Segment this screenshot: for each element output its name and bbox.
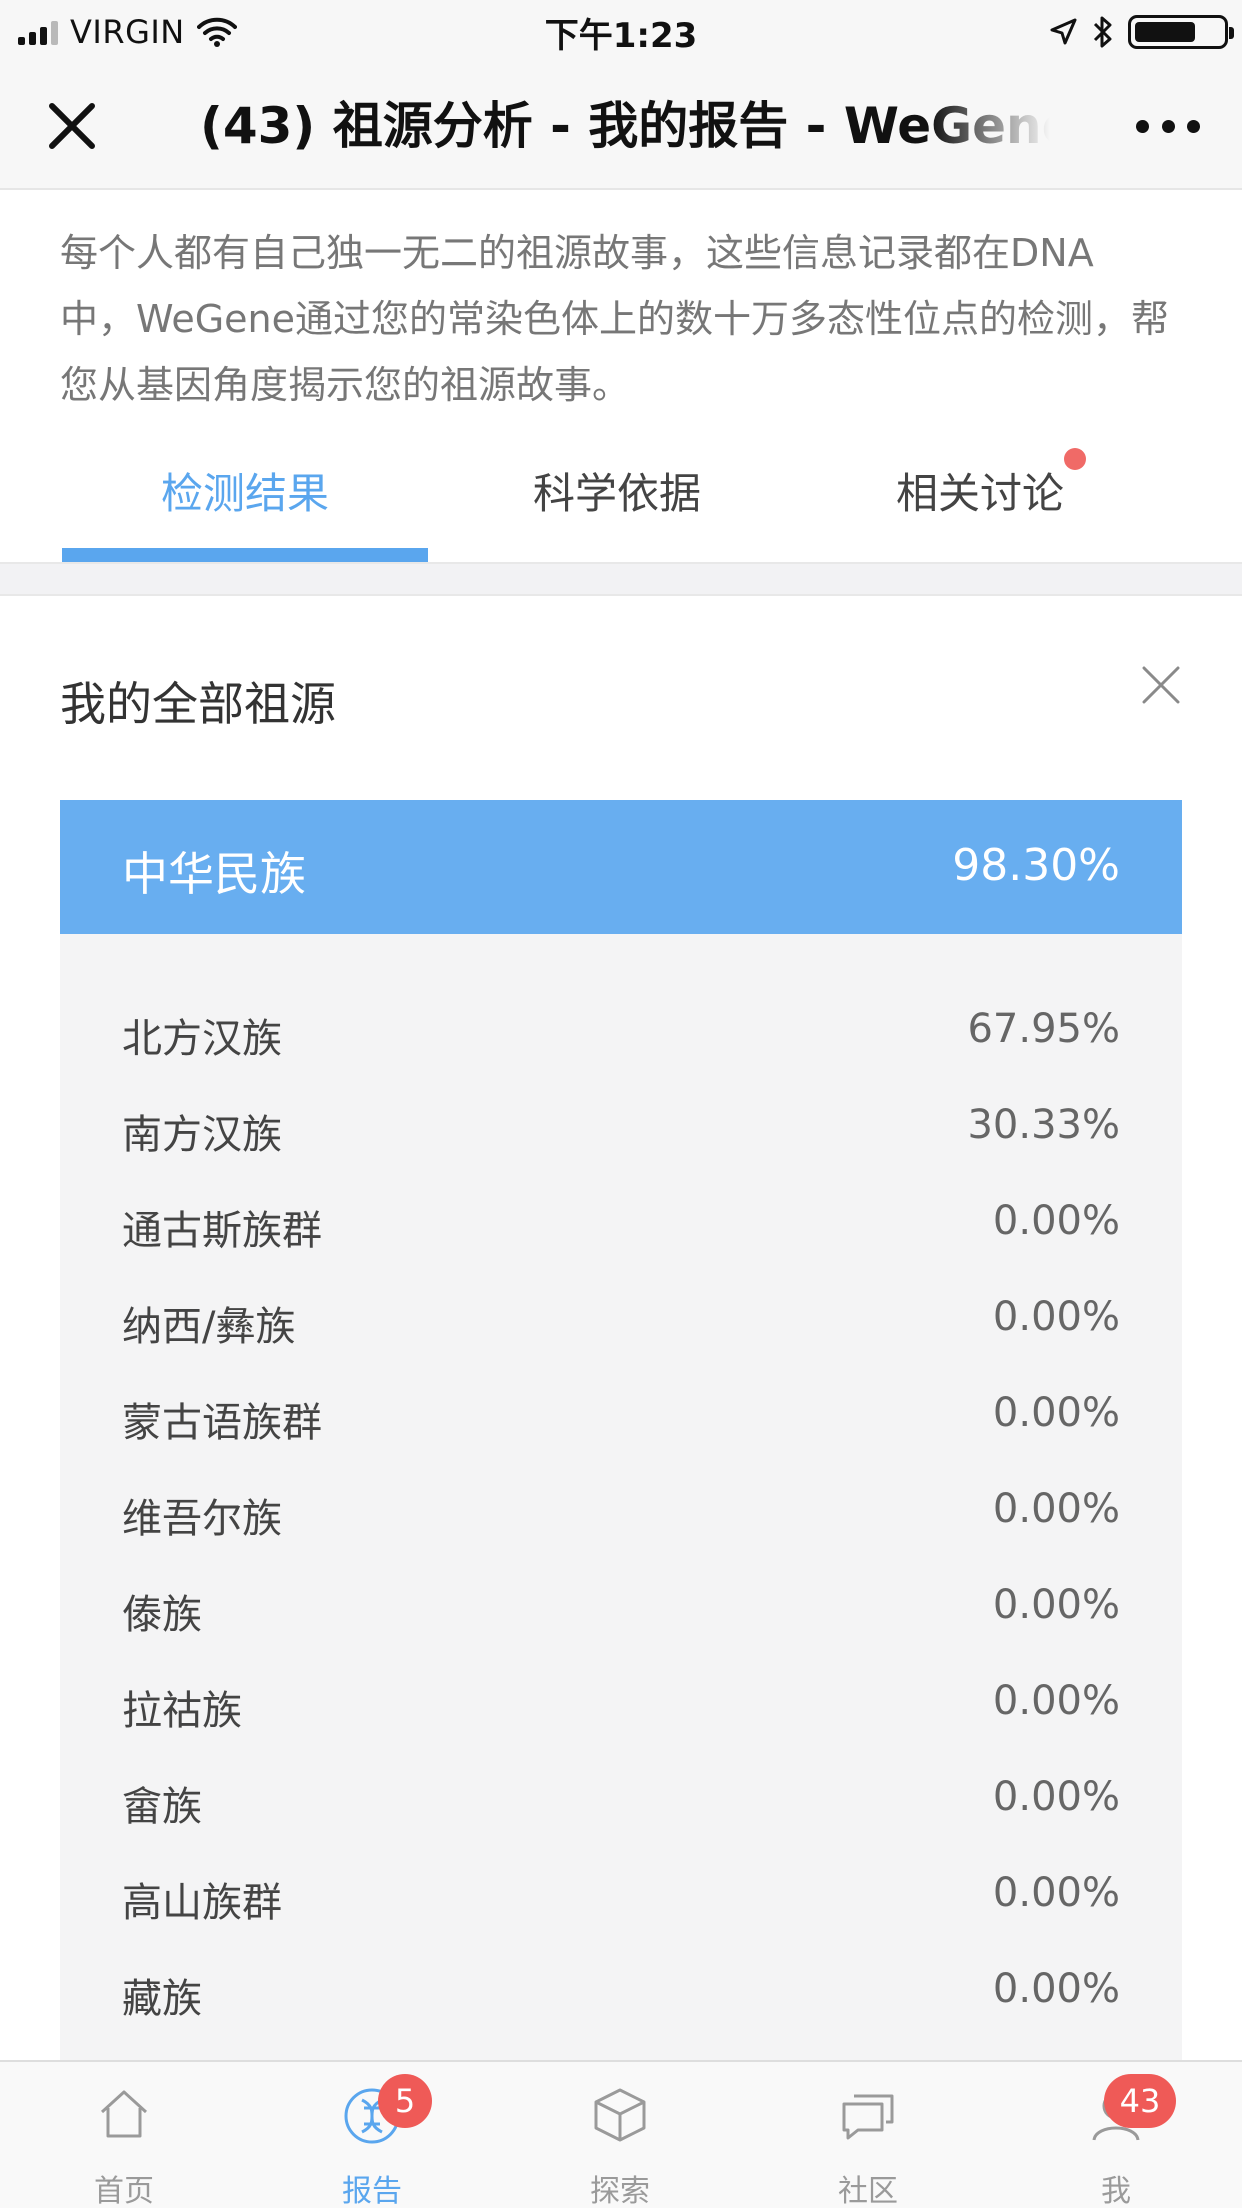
list-item: 高山族群 0.00% [60, 1848, 1182, 1944]
more-options-icon[interactable] [1136, 108, 1200, 144]
chat-icon [842, 2094, 894, 2140]
active-tab-indicator [62, 548, 428, 562]
tab-bar: 检测结果 科学依据 相关讨论 [0, 440, 1242, 562]
ancestry-percentage: 0.00% [992, 1486, 1120, 1532]
tabbar-label: 探索 [590, 2174, 650, 2209]
battery-icon [1128, 15, 1234, 49]
tabbar-item-home[interactable]: 首页 [0, 2062, 248, 2209]
section-title: 我的全部祖源 [60, 677, 336, 731]
location-arrow-icon [1050, 18, 1077, 45]
group-name: 中华民族 [122, 847, 306, 901]
ancestry-percentage: 67.95% [967, 1006, 1120, 1052]
close-icon[interactable] [44, 98, 100, 154]
ancestry-percentage: 0.00% [992, 1582, 1120, 1628]
ancestry-percentage: 0.00% [992, 1678, 1120, 1724]
tabbar-label: 社区 [838, 2174, 898, 2209]
list-item: 畲族 0.00% [60, 1752, 1182, 1848]
ancestry-percentage: 0.00% [992, 1774, 1120, 1820]
close-icon[interactable] [1140, 664, 1182, 706]
tab-results[interactable]: 检测结果 [62, 440, 428, 562]
ancestry-group-header[interactable]: 中华民族 98.30% [60, 800, 1182, 934]
bottom-tab-bar: 首页 报告 探索 社区 我 5 43 [0, 2060, 1242, 2209]
tab-scientific-basis[interactable]: 科学依据 [440, 440, 794, 562]
page-title: (43) 祖源分析 - 我的报告 - WeGene [200, 96, 1050, 156]
status-bar: VIRGIN 下午1:23 [0, 0, 1242, 62]
ancestry-percentage: 0.00% [992, 1966, 1120, 2012]
ancestry-name: 傣族 [122, 1592, 202, 1638]
list-item: 蒙古语族群 0.00% [60, 1368, 1182, 1464]
ancestry-percentage: 30.33% [967, 1102, 1120, 1148]
group-percentage: 98.30% [952, 840, 1120, 891]
ancestry-name: 维吾尔族 [122, 1496, 282, 1542]
ancestry-list: 北方汉族 67.95% 南方汉族 30.33% 通古斯族群 0.00% 纳西/彝族 0.… [60, 984, 1182, 2040]
ancestry-name: 畲族 [122, 1784, 202, 1830]
title-bar: (43) 祖源分析 - 我的报告 - WeGene [0, 62, 1242, 190]
ancestry-percentage: 0.00% [992, 1390, 1120, 1436]
tab-label: 检测结果 [160, 469, 329, 518]
list-item: 纳西/彝族 0.00% [60, 1272, 1182, 1368]
tab-label: 相关讨论 [895, 469, 1064, 518]
ancestry-panel: 中华民族 98.30% 北方汉族 67.95% 南方汉族 30.33% 通古斯族群 0… [60, 800, 1182, 2100]
ancestry-name: 藏族 [122, 1976, 202, 2022]
tab-discussion[interactable]: 相关讨论 [800, 440, 1160, 562]
section-divider [0, 562, 1242, 596]
tabbar-label: 我 [1101, 2174, 1131, 2209]
intro-text: 每个人都有自己独一无二的祖源故事，这些信息记录都在DNA 中，WeGene通过您… [60, 231, 1170, 407]
list-item: 维吾尔族 0.00% [60, 1464, 1182, 1560]
ancestry-percentage: 0.00% [992, 1294, 1120, 1340]
tabbar-item-explore[interactable]: 探索 [496, 2062, 744, 2209]
cube-icon [594, 2088, 646, 2142]
bluetooth-icon [1093, 16, 1112, 48]
list-item: 北方汉族 67.95% [60, 984, 1182, 1080]
list-item: 拉祜族 0.00% [60, 1656, 1182, 1752]
ancestry-name: 南方汉族 [122, 1112, 282, 1158]
list-item: 通古斯族群 0.00% [60, 1176, 1182, 1272]
ancestry-percentage: 0.00% [992, 1198, 1120, 1244]
home-icon [100, 2090, 148, 2138]
ancestry-name: 高山族群 [122, 1880, 282, 1926]
status-right [1048, 10, 1234, 54]
ancestry-name: 北方汉族 [122, 1016, 282, 1062]
report-badge: 5 [378, 2074, 432, 2128]
list-item: 藏族 0.00% [60, 1944, 1182, 2040]
ancestry-name: 纳西/彝族 [122, 1304, 296, 1350]
me-badge: 43 [1104, 2074, 1176, 2128]
tabbar-label: 首页 [94, 2174, 154, 2209]
tabbar-item-community[interactable]: 社区 [744, 2062, 992, 2209]
tabbar-item-report[interactable]: 报告 [248, 2062, 496, 2209]
tabbar-label: 报告 [342, 2174, 402, 2209]
ancestry-name: 拉祜族 [122, 1688, 242, 1734]
ancestry-percentage: 0.00% [992, 1870, 1120, 1916]
list-item: 南方汉族 30.33% [60, 1080, 1182, 1176]
ancestry-name: 蒙古语族群 [122, 1400, 322, 1446]
tab-label: 科学依据 [532, 469, 701, 518]
list-item: 傣族 0.00% [60, 1560, 1182, 1656]
new-discussion-dot [1064, 448, 1086, 470]
ancestry-name: 通古斯族群 [122, 1208, 322, 1254]
